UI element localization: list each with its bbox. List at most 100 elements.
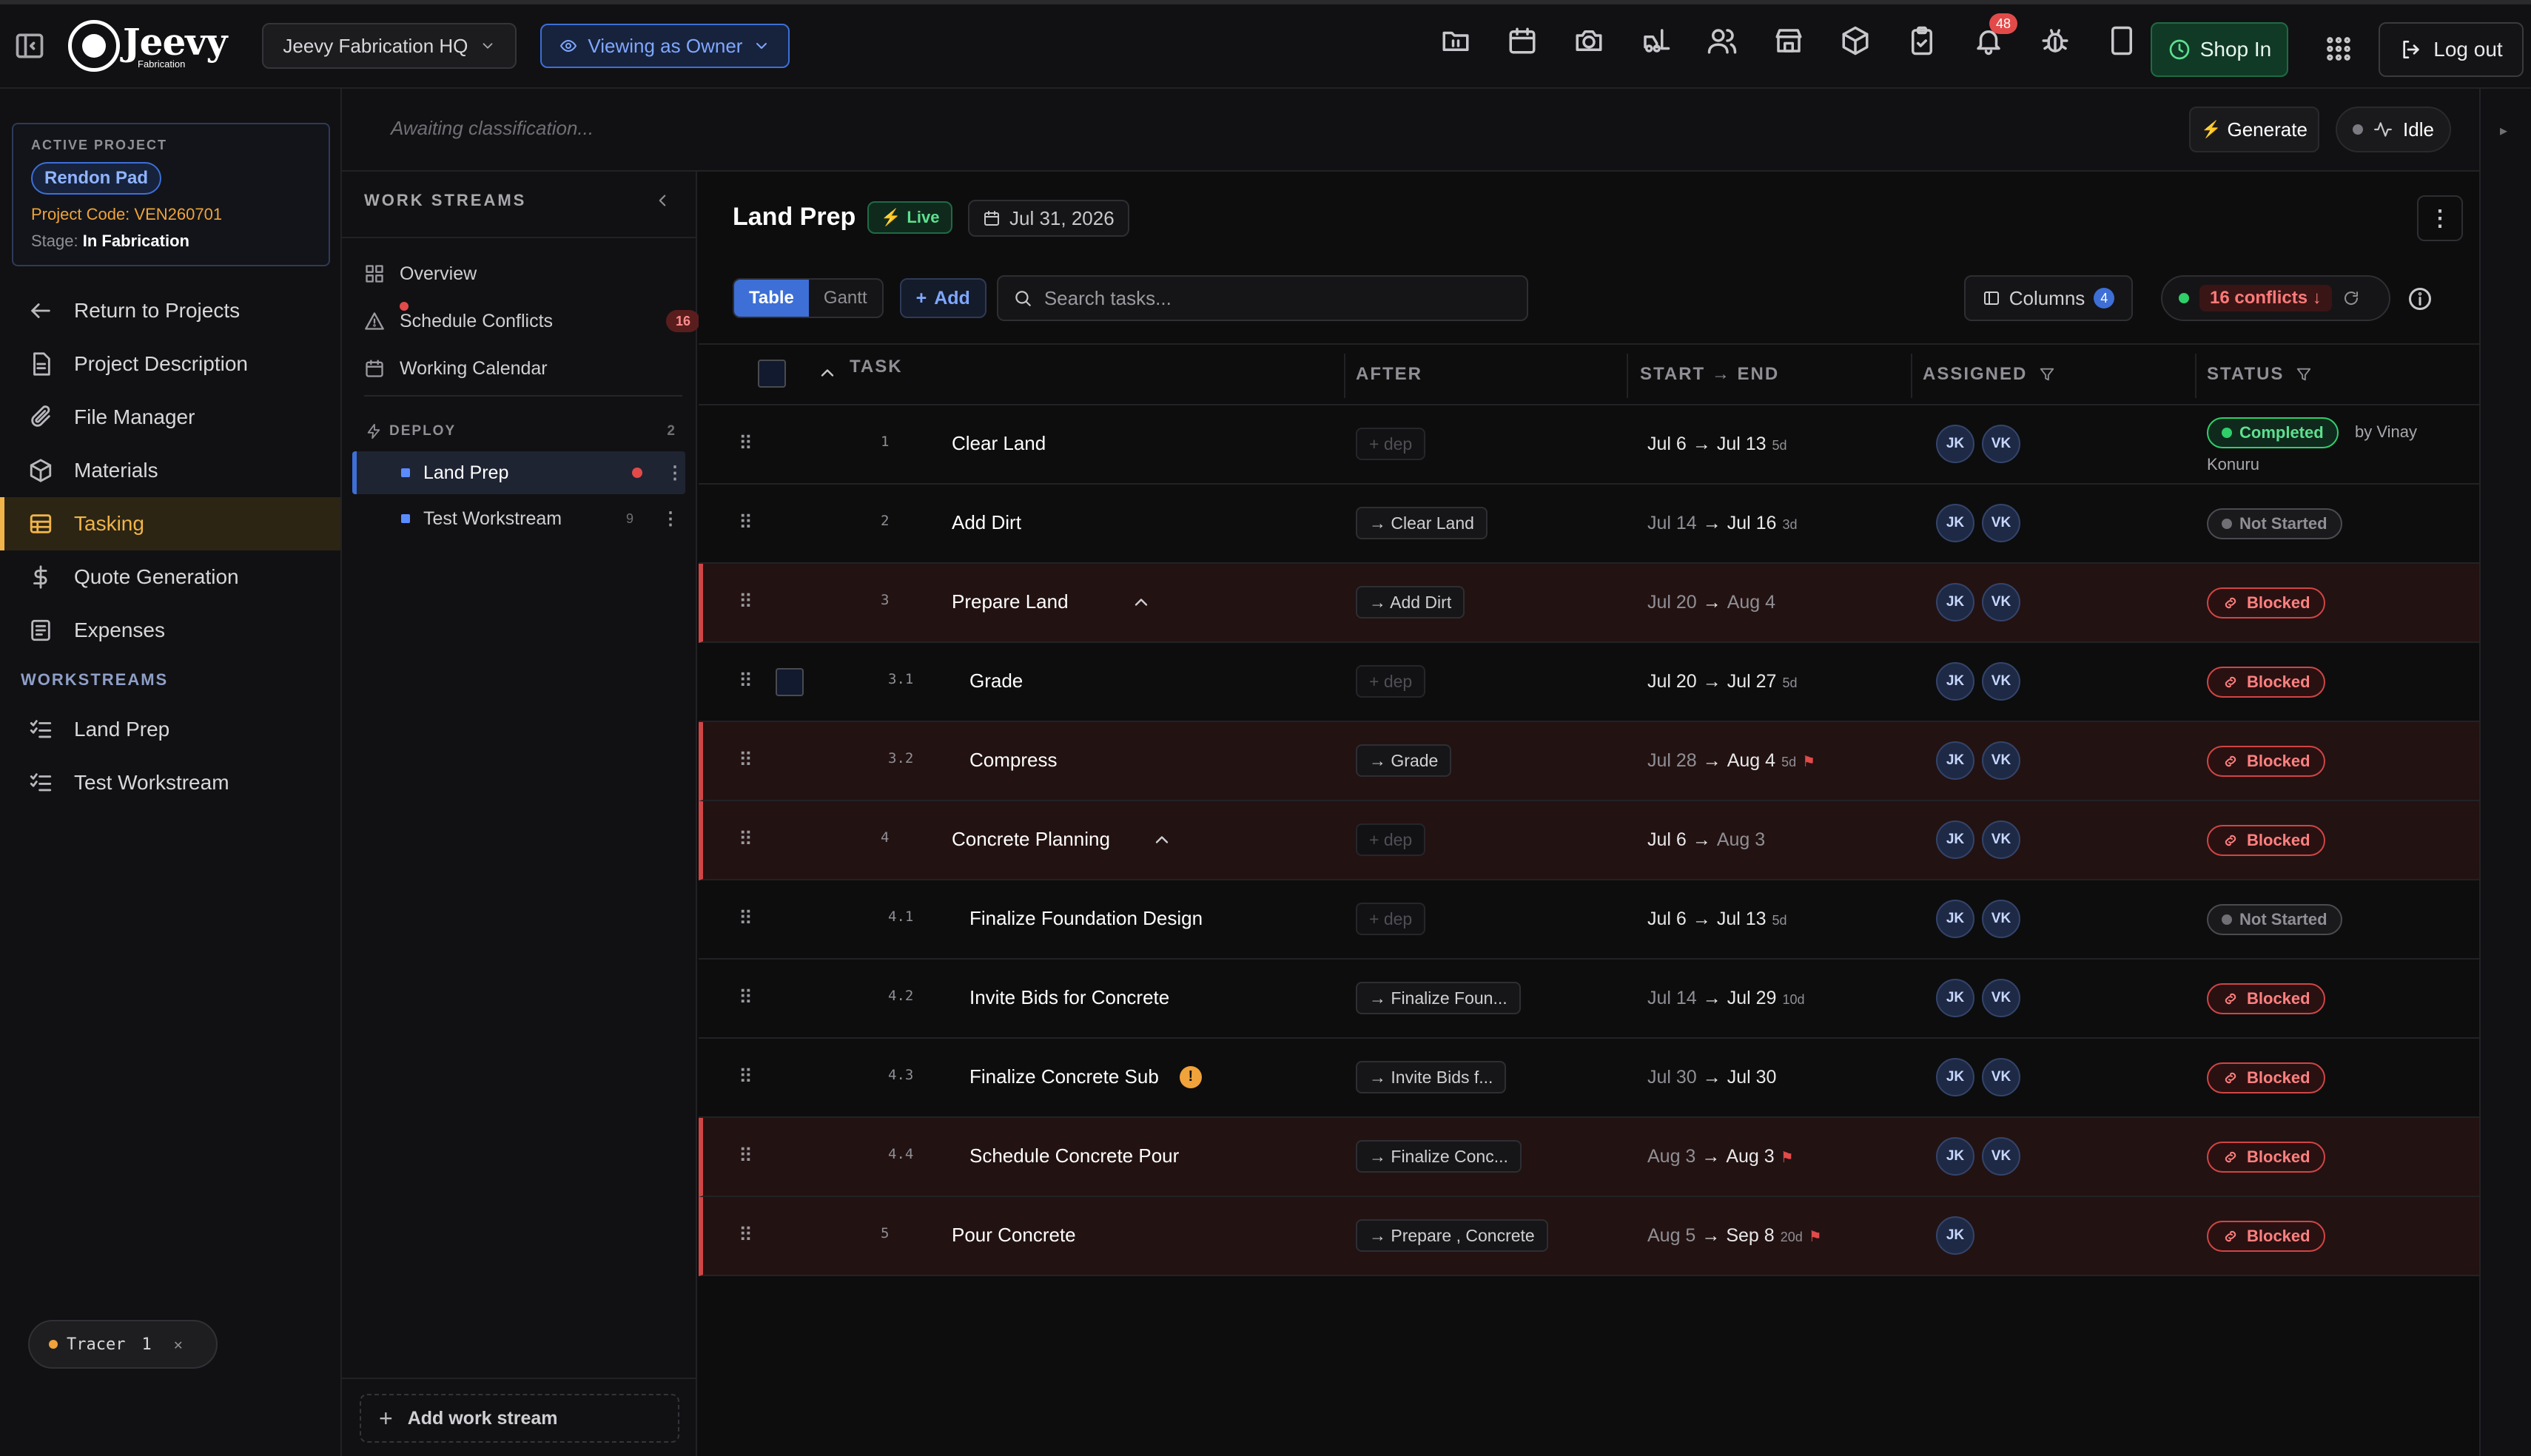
task-name[interactable]: Schedule Concrete Pour	[969, 1145, 1179, 1167]
column-header-task[interactable]: TASK	[850, 357, 903, 377]
table-row[interactable]: ⠿ 3 Prepare Land → Add Dirt Jul 20 → Aug 4…	[699, 564, 2479, 643]
nav-tasking[interactable]: Tasking	[0, 497, 340, 550]
table-row[interactable]: ⠿ 4.4 Schedule Concrete Pour → Finalize …	[699, 1118, 2479, 1197]
chevron-up-icon[interactable]	[817, 363, 838, 383]
task-name[interactable]: Prepare Land	[952, 590, 1152, 613]
avatar[interactable]: VK	[1982, 741, 2020, 780]
avatar[interactable]: JK	[1936, 583, 1974, 621]
avatar[interactable]: VK	[1982, 900, 2020, 938]
table-row[interactable]: ⠿ 1 Clear Land + dep Jul 6 → Jul 13 5d JK VK…	[699, 405, 2479, 485]
avatar[interactable]: VK	[1982, 662, 2020, 701]
avatar[interactable]: JK	[1936, 741, 1974, 780]
chevron-up-icon[interactable]	[1131, 592, 1152, 613]
ws-overview[interactable]: Overview	[364, 253, 682, 294]
shop-in-button[interactable]: Shop In	[2151, 22, 2288, 77]
avatar[interactable]: JK	[1936, 900, 1974, 938]
nav-workstream-land-prep[interactable]: Land Prep	[0, 703, 340, 756]
status-badge[interactable]: Blocked	[2207, 746, 2325, 777]
bug-icon[interactable]	[2040, 25, 2071, 56]
avatar[interactable]: JK	[1936, 979, 1974, 1017]
task-dates[interactable]: Aug 5 → Sep 8 20d ⚑	[1647, 1225, 1822, 1247]
logout-button[interactable]: Log out	[2379, 22, 2524, 77]
add-work-stream-button[interactable]: + Add work stream	[360, 1394, 679, 1443]
column-header-assigned[interactable]: ASSIGNED	[1923, 364, 2055, 385]
dependency-chip[interactable]: → Invite Bids f...	[1356, 1061, 1507, 1093]
status-badge[interactable]: Completed	[2207, 417, 2339, 448]
dependency-chip[interactable]: → Finalize Conc...	[1356, 1140, 1522, 1173]
task-name[interactable]: Invite Bids for Concrete	[969, 986, 1169, 1009]
dependency-chip[interactable]: → Add Dirt	[1356, 586, 1465, 619]
task-name[interactable]: Finalize Foundation Design	[969, 907, 1203, 930]
status-badge[interactable]: Not Started	[2207, 508, 2342, 539]
kebab-menu-icon[interactable]: ⋮	[666, 462, 684, 484]
column-header-start-end[interactable]: START → END	[1640, 364, 1779, 385]
dependency-chip[interactable]: → Finalize Foun...	[1356, 982, 1521, 1014]
expand-right-panel-icon[interactable]: ▸	[2500, 121, 2507, 140]
add-dependency-button[interactable]: + dep	[1356, 903, 1426, 935]
task-name[interactable]: Clear Land	[952, 432, 1046, 455]
users-icon[interactable]	[1707, 25, 1738, 56]
avatar[interactable]: VK	[1982, 1058, 2020, 1096]
drag-handle-icon[interactable]: ⠿	[739, 1145, 755, 1170]
table-row[interactable]: ⠿ 3.1 Grade + dep Jul 20 → Jul 27 5d JK VK B…	[699, 643, 2479, 722]
workstream-land-prep[interactable]: Land Prep ⋮	[352, 451, 685, 494]
chevron-up-icon[interactable]	[1152, 829, 1172, 850]
avatar[interactable]: JK	[1936, 662, 1974, 701]
ws-schedule-conflicts[interactable]: Schedule Conflicts 16	[364, 300, 700, 342]
drag-handle-icon[interactable]: ⠿	[739, 432, 755, 457]
task-name[interactable]: Finalize Concrete Sub!	[969, 1065, 1202, 1088]
conflicts-button[interactable]: 16 conflicts ↓	[2161, 275, 2390, 321]
task-name[interactable]: Compress	[969, 749, 1057, 772]
task-dates[interactable]: Jul 6 → Jul 13 5d	[1647, 909, 1787, 930]
avatar[interactable]: JK	[1936, 820, 1974, 859]
tab-gantt[interactable]: Gantt	[809, 280, 882, 317]
task-dates[interactable]: Jul 6 → Aug 3	[1647, 829, 1765, 851]
status-badge[interactable]: Not Started	[2207, 904, 2342, 935]
nav-expenses[interactable]: Expenses	[0, 604, 340, 657]
column-header-after[interactable]: AFTER	[1356, 364, 1422, 385]
clipboard-check-icon[interactable]	[1906, 25, 1937, 56]
nav-quote-generation[interactable]: Quote Generation	[0, 550, 340, 604]
drag-handle-icon[interactable]: ⠿	[739, 828, 755, 853]
avatar[interactable]: VK	[1982, 425, 2020, 463]
task-name[interactable]: Concrete Planning	[952, 828, 1172, 851]
generate-button[interactable]: ⚡ Generate	[2189, 107, 2319, 152]
bell-icon[interactable]: 48	[1973, 13, 2017, 56]
task-dates[interactable]: Jul 20 → Jul 27 5d	[1647, 671, 1797, 692]
table-row[interactable]: ⠿ 3.2 Compress → Grade Jul 28 → Aug 4 5d ⚑ J…	[699, 722, 2479, 801]
collapse-panel-icon[interactable]	[653, 191, 672, 210]
drag-handle-icon[interactable]: ⠿	[739, 670, 755, 695]
task-dates[interactable]: Jul 14 → Jul 29 10d	[1647, 988, 1804, 1009]
task-name[interactable]: Add Dirt	[952, 511, 1021, 534]
organization-select[interactable]: Jeevy Fabrication HQ	[262, 23, 517, 69]
store-icon[interactable]	[1773, 25, 1804, 56]
package-icon[interactable]	[1840, 25, 1871, 56]
avatar[interactable]: JK	[1936, 1216, 1974, 1255]
close-icon[interactable]: ✕	[174, 1335, 183, 1353]
nav-return-to-projects[interactable]: Return to Projects	[0, 284, 340, 337]
nav-workstream-test[interactable]: Test Workstream	[0, 756, 340, 809]
drag-handle-icon[interactable]: ⠿	[739, 986, 755, 1011]
avatar[interactable]: VK	[1982, 583, 2020, 621]
task-dates[interactable]: Aug 3 → Aug 3 ⚑	[1647, 1146, 1794, 1167]
task-name[interactable]: Pour Concrete	[952, 1224, 1076, 1247]
drag-handle-icon[interactable]: ⠿	[739, 511, 755, 536]
avatar[interactable]: VK	[1982, 1137, 2020, 1176]
more-options-button[interactable]: ⋮	[2417, 195, 2463, 241]
ws-working-calendar[interactable]: Working Calendar	[364, 348, 682, 389]
info-icon[interactable]	[2407, 286, 2433, 312]
search-input[interactable]	[1043, 286, 1488, 310]
app-logo[interactable]: Jeevy Fabrication	[68, 20, 227, 72]
status-badge[interactable]: Blocked	[2207, 825, 2325, 856]
task-dates[interactable]: Jul 6 → Jul 13 5d	[1647, 434, 1787, 455]
refresh-icon[interactable]	[2342, 289, 2360, 307]
table-row[interactable]: ⠿ 4.2 Invite Bids for Concrete → Finaliz…	[699, 960, 2479, 1039]
nav-file-manager[interactable]: File Manager	[0, 391, 340, 444]
tab-table[interactable]: Table	[734, 280, 809, 317]
status-badge[interactable]: Blocked	[2207, 587, 2325, 619]
avatar[interactable]: JK	[1936, 1058, 1974, 1096]
column-header-status[interactable]: STATUS	[2207, 364, 2312, 385]
add-dependency-button[interactable]: + dep	[1356, 665, 1426, 698]
status-badge[interactable]: Blocked	[2207, 1142, 2325, 1173]
drag-handle-icon[interactable]: ⠿	[739, 1065, 755, 1091]
